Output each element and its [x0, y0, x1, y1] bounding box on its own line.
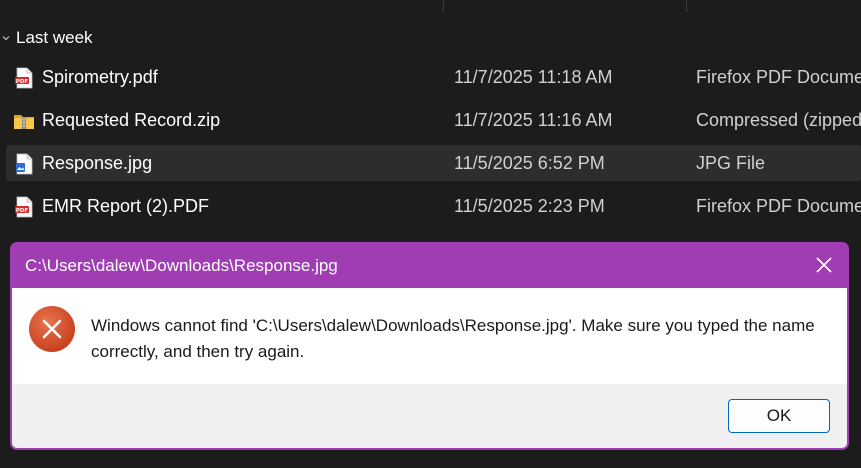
svg-text:PDF: PDF [16, 79, 29, 85]
dialog-body: Windows cannot find 'C:\Users\dalew\Down… [12, 288, 847, 384]
file-date-modified: 11/7/2025 11:16 AM [454, 110, 613, 130]
file-row-selected[interactable]: Response.jpg 11/5/2025 6:52 PM JPG File [6, 145, 861, 181]
close-icon[interactable] [815, 256, 833, 274]
dialog-footer: OK [12, 384, 847, 448]
file-type: Firefox PDF Document [696, 67, 861, 87]
file-date-modified: 11/7/2025 11:18 AM [454, 67, 613, 87]
ok-button[interactable]: OK [728, 399, 830, 433]
file-name: Requested Record.zip [42, 110, 221, 130]
file-row[interactable]: Requested Record.zip 11/7/2025 11:16 AM … [6, 102, 861, 138]
column-divider[interactable] [443, 0, 444, 12]
zip-folder-icon [14, 115, 34, 129]
dialog-message: Windows cannot find 'C:\Users\dalew\Down… [91, 316, 815, 361]
chevron-down-icon [2, 36, 10, 41]
dialog-title: C:\Users\dalew\Downloads\Response.jpg [25, 256, 338, 275]
file-name: Response.jpg [42, 153, 153, 173]
file-date-modified: 11/5/2025 2:23 PM [454, 196, 605, 216]
file-row[interactable]: PDF Spirometry.pdf 11/7/2025 11:18 AM Fi… [6, 59, 861, 95]
pdf-icon: PDF [15, 196, 33, 218]
file-type: Compressed (zipped) Folder [696, 110, 861, 130]
jpg-image-icon [16, 153, 33, 175]
file-name: EMR Report (2).PDF [42, 196, 210, 216]
file-type: JPG File [696, 153, 766, 173]
error-dialog: C:\Users\dalew\Downloads\Response.jpg Wi… [10, 242, 849, 450]
file-date-modified: 11/5/2025 6:52 PM [454, 153, 605, 173]
dialog-titlebar[interactable]: C:\Users\dalew\Downloads\Response.jpg [12, 243, 847, 288]
pdf-icon: PDF [15, 67, 33, 89]
column-divider[interactable] [686, 0, 687, 12]
file-type: Firefox PDF Document [696, 196, 861, 216]
group-header-last-week[interactable]: Last week [0, 26, 93, 50]
group-header-label: Last week [16, 28, 93, 47]
file-row[interactable]: PDF EMR Report (2).PDF 11/5/2025 2:23 PM… [6, 188, 861, 224]
file-name: Spirometry.pdf [42, 67, 158, 87]
error-icon [29, 306, 75, 352]
svg-text:PDF: PDF [16, 208, 29, 214]
